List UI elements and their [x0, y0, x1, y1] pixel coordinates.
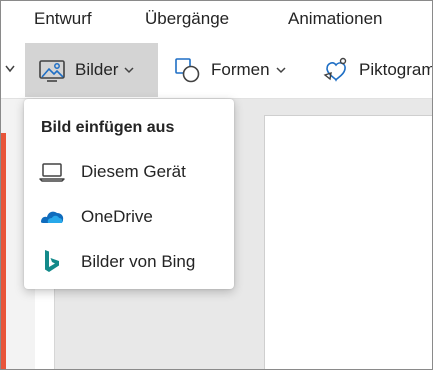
ribbon-toolbar: Bilder Formen Piktogra: [1, 41, 432, 97]
onedrive-cloud-icon: [38, 203, 66, 231]
icons-button[interactable]: Piktogramme: [321, 43, 432, 97]
bing-logo-icon: [38, 248, 66, 276]
shapes-button[interactable]: Formen: [173, 43, 313, 97]
pictures-button-label: Bilder: [75, 60, 119, 79]
tab-animations[interactable]: Animationen: [288, 9, 383, 29]
menu-item-label: OneDrive: [81, 207, 153, 226]
tab-transitions[interactable]: Übergänge: [145, 9, 229, 29]
shapes-button-label: Formen: [211, 60, 270, 79]
pictures-button[interactable]: Bilder: [25, 43, 158, 97]
chevron-down-icon: [274, 63, 288, 77]
menu-item-bing-images[interactable]: Bilder von Bing: [24, 242, 234, 282]
laptop-icon: [38, 158, 66, 186]
picture-icon: [37, 55, 67, 85]
menu-item-onedrive[interactable]: OneDrive: [24, 197, 234, 237]
insert-picture-menu: Bild einfügen aus Diesem Gerät OneDrive: [24, 99, 234, 289]
menu-item-label: Bilder von Bing: [81, 252, 196, 271]
menu-heading: Bild einfügen aus: [41, 119, 175, 136]
slide-canvas[interactable]: [264, 115, 432, 369]
slide-thumbnail-selected[interactable]: [1, 133, 6, 369]
chevron-down-icon: [122, 63, 136, 77]
shapes-icon: [173, 55, 203, 85]
ribbon-tabs: Entwurf Übergänge Animationen: [1, 1, 432, 39]
icons-button-label: Piktogramme: [359, 60, 432, 79]
tab-design[interactable]: Entwurf: [34, 9, 92, 29]
menu-item-label: Diesem Gerät: [81, 162, 186, 181]
icons-pictogram-icon: [321, 55, 351, 85]
menu-item-this-device[interactable]: Diesem Gerät: [24, 152, 234, 192]
app-window: Entwurf Übergänge Animationen Bilder For…: [0, 0, 433, 370]
chevron-down-icon[interactable]: [3, 61, 17, 77]
